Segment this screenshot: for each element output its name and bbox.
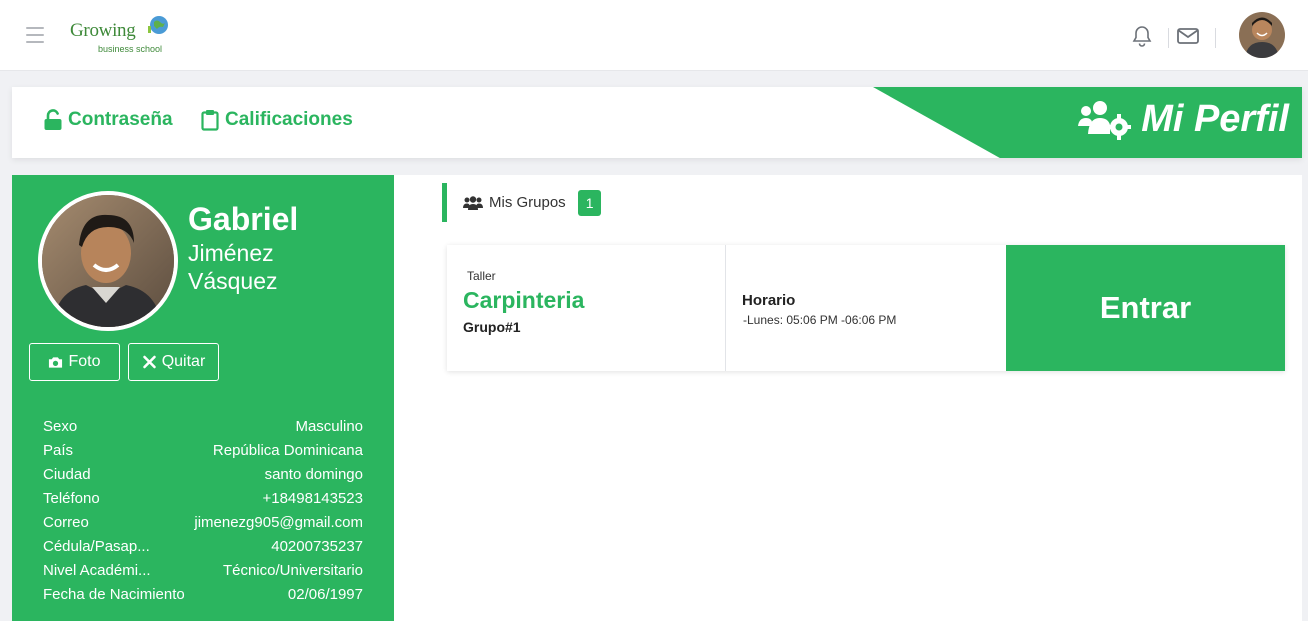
profile-last-names: Jiménez Vásquez (188, 239, 278, 295)
remove-photo-button[interactable]: Quitar (128, 343, 219, 381)
camera-icon (49, 357, 63, 368)
divider (725, 245, 726, 371)
info-row-nacimiento: Fecha de Nacimiento 02/06/1997 (43, 583, 363, 607)
remove-photo-button-label: Quitar (161, 353, 206, 370)
group-course-name: Carpinteria (463, 287, 585, 313)
profile-first-name: Gabriel (188, 201, 299, 237)
info-row-nivel: Nivel Académi... Técnico/Universitario (43, 559, 363, 583)
page-title-text: Mi Perfil (1141, 98, 1289, 140)
groups-panel: Mis Grupos 1 Taller Carpinteria Grupo#1 … (394, 175, 1302, 621)
info-row-correo: Correo jimenezg905@gmail.com (43, 511, 363, 535)
info-label: Ciudad (43, 466, 91, 483)
password-link[interactable]: Contraseña (43, 109, 173, 131)
info-value: jimenezg905@gmail.com (194, 514, 363, 531)
profile-info-list: Sexo Masculino País República Dominicana… (43, 415, 363, 607)
logo-subtitle: business school (98, 44, 163, 54)
info-label: Sexo (43, 418, 78, 435)
tab-mis-grupos[interactable]: Mis Grupos 1 (442, 183, 602, 222)
info-label: Nivel Académi... (43, 562, 151, 579)
info-label: País (43, 442, 74, 459)
tab-mis-grupos-label: Mis Grupos (489, 194, 566, 211)
profile-header: Contraseña Calificaciones Mi Perfil (12, 87, 1302, 158)
photo-button-label: Foto (68, 353, 101, 370)
info-label: Correo (43, 514, 89, 531)
info-row-sexo: Sexo Masculino (43, 415, 363, 439)
grades-link-label: Calificaciones (225, 109, 353, 130)
top-navbar: Growing business school (0, 0, 1308, 71)
close-icon (142, 355, 156, 369)
info-value: +18498143523 (262, 490, 363, 507)
group-number: Grupo#1 (463, 319, 521, 335)
hamburger-menu-icon[interactable] (26, 27, 44, 43)
group-card: Taller Carpinteria Grupo#1 Horario -Lune… (447, 245, 1285, 371)
info-value: 02/06/1997 (287, 586, 363, 603)
enter-group-button[interactable]: Entrar (1006, 245, 1285, 371)
globe-icon (148, 16, 168, 34)
info-row-cedula: Cédula/Pasap... 40200735237 (43, 535, 363, 559)
users-cog-icon (1078, 100, 1132, 140)
mail-icon[interactable] (1176, 24, 1200, 48)
user-avatar[interactable] (1239, 12, 1285, 58)
info-value: Técnico/Universitario (222, 562, 363, 579)
info-value: 40200735237 (271, 538, 363, 555)
bell-icon[interactable] (1130, 24, 1154, 48)
divider (1168, 28, 1169, 48)
profile-last-name-1: Jiménez (188, 240, 274, 266)
info-row-ciudad: Ciudad santo domingo (43, 463, 363, 487)
divider (1215, 28, 1216, 48)
info-label: Teléfono (43, 490, 100, 507)
password-link-label: Contraseña (68, 109, 173, 130)
info-value: santo domingo (264, 466, 363, 483)
clipboard-icon (201, 110, 219, 131)
schedule-value: -Lunes: 05:06 PM -06:06 PM (743, 313, 897, 327)
schedule-label: Horario (742, 292, 796, 309)
header-title-banner: Mi Perfil (873, 87, 1302, 158)
profile-photo (38, 191, 178, 331)
page-title: Mi Perfil (1077, 98, 1289, 141)
group-type: Taller (467, 269, 496, 283)
unlock-icon (44, 109, 62, 130)
info-row-telefono: Teléfono +18498143523 (43, 487, 363, 511)
info-value: Masculino (295, 418, 363, 435)
info-value: República Dominicana (212, 442, 363, 459)
info-label: Fecha de Nacimiento (43, 586, 185, 603)
growing-logo[interactable]: Growing business school (68, 12, 178, 58)
users-icon (463, 195, 483, 210)
photo-button[interactable]: Foto (29, 343, 120, 381)
logo-title: Growing (70, 20, 136, 41)
groups-count-badge: 1 (577, 189, 602, 216)
profile-last-name-2: Vásquez (188, 268, 278, 294)
profile-card: Gabriel Jiménez Vásquez Foto Quitar Sexo… (12, 175, 394, 621)
info-row-pais: País República Dominicana (43, 439, 363, 463)
info-label: Cédula/Pasap... (43, 538, 150, 555)
grades-link[interactable]: Calificaciones (200, 109, 353, 131)
